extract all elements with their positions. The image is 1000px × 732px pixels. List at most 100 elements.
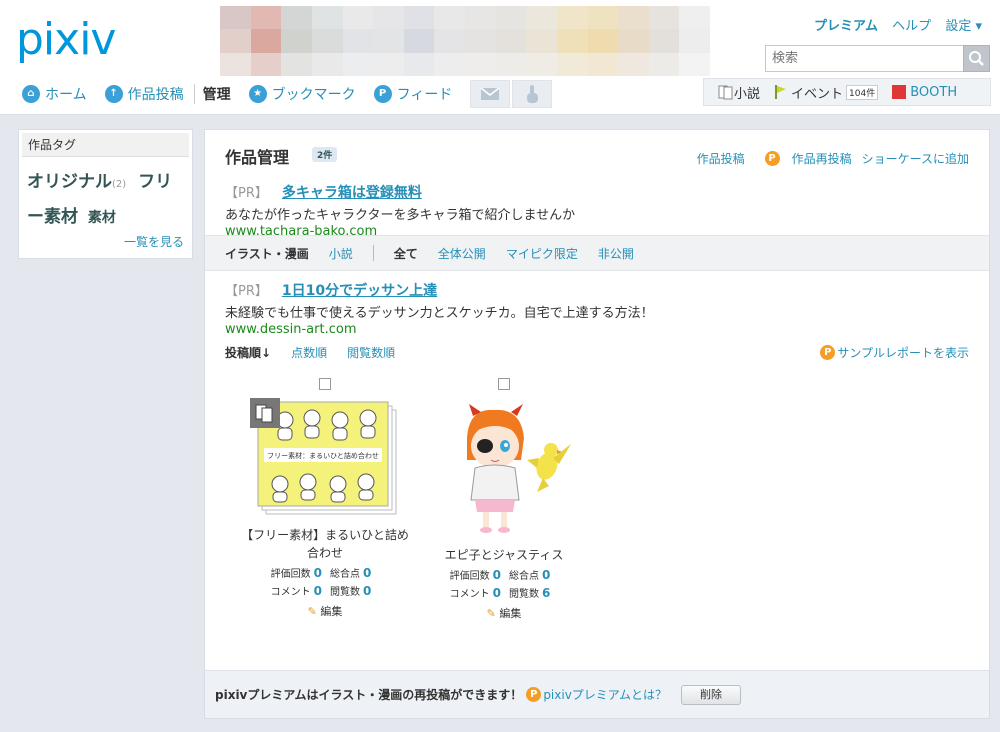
hand-icon [527,85,539,103]
select-checkbox[interactable] [319,378,331,390]
premium-footer-bar: pixivプレミアムはイラスト・漫画の再投稿ができます！ Ppixivプレミアム… [205,670,989,718]
nav-feed[interactable]: P フィード [373,84,453,104]
sample-report-link[interactable]: P サンプルレポートを表示 [820,344,969,361]
total-value: 0 [363,566,372,580]
nav-bookmark[interactable]: ★ ブックマーク [248,84,356,104]
edit-link[interactable]: ✎ 編集 [419,605,589,621]
search-button[interactable] [963,45,990,72]
tag-sidebar: 作品タグ オリジナル(2) フリー素材 素材 一覧を見る [18,129,193,259]
sort-posted[interactable]: 投稿順↓ [225,344,271,361]
messages-button[interactable] [470,80,511,108]
nav-post[interactable]: ↑ 作品投稿 [104,84,184,104]
nav-post-label: 作品投稿 [127,87,184,103]
ad-description: あなたが作ったキャラクターを多キャラ箱で紹介しませんか [225,208,576,223]
booth-link[interactable]: BOOTH [892,85,957,100]
nav-manage[interactable]: 管理 [203,84,231,104]
pr-label: 【PR】 [225,284,268,299]
novel-label: 小説 [734,86,761,102]
filter-divider [372,245,374,261]
select-checkbox[interactable] [498,378,510,390]
home-icon: ⌂ [22,85,40,103]
blurred-banner-ad[interactable] [220,6,710,76]
premium-info-label: pixivプレミアムとは？ [543,688,667,702]
works-manager: 作品管理 2件 作品投稿 P 作品再投稿 ショーケースに追加 【PR】 多キャラ箱は… [204,129,990,719]
booth-label: BOOTH [910,84,958,100]
premium-notice: pixivプレミアムはイラスト・漫画の再投稿ができます！ [215,688,523,702]
booth-icon [892,85,907,99]
premium-icon: P [764,151,780,166]
see-all-tags-link[interactable]: 一覧を見る [124,233,184,250]
event-label: イベント [791,86,844,102]
notifications-button[interactable] [512,80,553,108]
feed-icon: P [373,85,392,103]
rating-value: 0 [492,568,501,582]
page-title: 作品管理 [225,148,290,167]
filter-illust-manga[interactable]: イラスト・漫画 [225,245,309,262]
premium-info-link[interactable]: Ppixivプレミアムとは？ [526,686,667,703]
filter-novel[interactable]: 小説 [329,245,353,262]
sort-score[interactable]: 点数順 [291,344,327,361]
filter-mypixiv[interactable]: マイピク限定 [506,245,578,262]
sort-views[interactable]: 閲覧数順 [347,344,395,361]
svg-text:フリー素材：まるいひと詰め合わせ: フリー素材：まるいひと詰め合わせ [267,451,379,460]
work-stats: 評価回数 0 総合点 0 コメント 0 閲覧数 0 [240,565,410,601]
comment-label: コメント [270,587,311,598]
rating-label: 評価回数 [270,569,311,580]
edit-label: 編集 [320,605,343,618]
premium-icon: P [820,345,836,360]
help-link[interactable]: ヘルプ [892,19,931,34]
nav-feed-label: フィード [396,87,453,103]
ad-block-1: 【PR】 多キャラ箱は登録無料 あなたが作ったキャラクターを多キャラ箱で紹介しませ… [225,182,575,239]
add-showcase-link[interactable]: ショーケースに追加 [862,150,969,167]
filter-public[interactable]: 全体公開 [438,245,486,262]
nav-bookmark-label: ブックマーク [271,87,356,103]
work-stats: 評価回数 0 総合点 0 コメント 0 閲覧数 6 [419,567,589,603]
total-label: 総合点 [330,569,360,580]
settings-link[interactable]: 設定 ▾ [945,19,982,34]
header: pixiv プレミアム ヘルプ 設定 ▾ ⌂ ホーム ↑ 作品投稿 管理 ★ ブ… [0,0,1000,115]
repost-label: 作品再投稿 [791,152,852,166]
thumbnail-image: フリー素材：まるいひと詰め合わせ [250,398,397,515]
ad-block-2: 【PR】 1日10分でデッサン上達 未経験でも仕事で使えるデッサン力とスケッチカ。… [225,280,654,337]
search-input[interactable] [765,45,963,72]
post-work-link[interactable]: 作品投稿 [697,150,745,167]
sort-bar: 投稿順↓ 点数順 閲覧数順 [225,344,415,361]
work-title[interactable]: 【フリー素材】まるいひと詰め合わせ [240,526,410,562]
novel-link[interactable]: 小説 [718,83,760,102]
event-link[interactable]: イベント 104件 [774,83,879,102]
filter-all[interactable]: 全て [394,245,418,262]
search [765,45,990,72]
filter-private[interactable]: 非公開 [598,245,634,262]
nav-divider [193,84,195,104]
tag-material[interactable]: 素材 [88,210,116,226]
work-title[interactable]: エピ子とジャスティス [419,546,589,564]
main-nav: ⌂ ホーム ↑ 作品投稿 管理 ★ ブックマーク P フィード [22,80,554,108]
work-thumbnail[interactable]: フリー素材：まるいひと詰め合わせ [250,398,400,518]
service-nav: 小説 イベント 104件 BOOTH [703,78,991,106]
thumbnail-image [467,404,571,533]
rating-value: 0 [313,566,322,580]
star-icon: ★ [248,85,267,103]
pixiv-logo[interactable]: pixiv [16,10,116,70]
edit-label: 編集 [499,607,522,620]
pencil-icon: ✎ [486,607,496,620]
filter-bar: イラスト・漫画 小説 全て 全体公開 マイピク限定 非公開 [205,235,989,271]
ad-title-link[interactable]: 1日10分でデッサン上達 [282,283,437,299]
nav-home[interactable]: ⌂ ホーム [22,84,87,104]
ad-url[interactable]: www.dessin-art.com [225,322,654,337]
tag-original[interactable]: オリジナル [27,172,112,192]
rating-label: 評価回数 [449,571,490,582]
premium-icon: P [526,687,542,702]
upload-icon: ↑ [104,85,123,103]
repost-work-link[interactable]: P 作品再投稿 [755,150,852,167]
event-count-badge: 104件 [846,84,879,100]
delete-button[interactable]: 削除 [680,684,741,705]
pencil-icon: ✎ [307,605,317,618]
edit-link[interactable]: ✎ 編集 [240,603,410,619]
views-label: 閲覧数 [509,589,539,600]
ad-title-link[interactable]: 多キャラ箱は登録無料 [282,185,422,201]
main-actions: 作品投稿 P 作品再投稿 ショーケースに追加 [687,150,969,167]
work-thumbnail[interactable] [429,398,579,538]
total-value: 0 [542,568,551,582]
premium-link[interactable]: プレミアム [814,19,878,34]
